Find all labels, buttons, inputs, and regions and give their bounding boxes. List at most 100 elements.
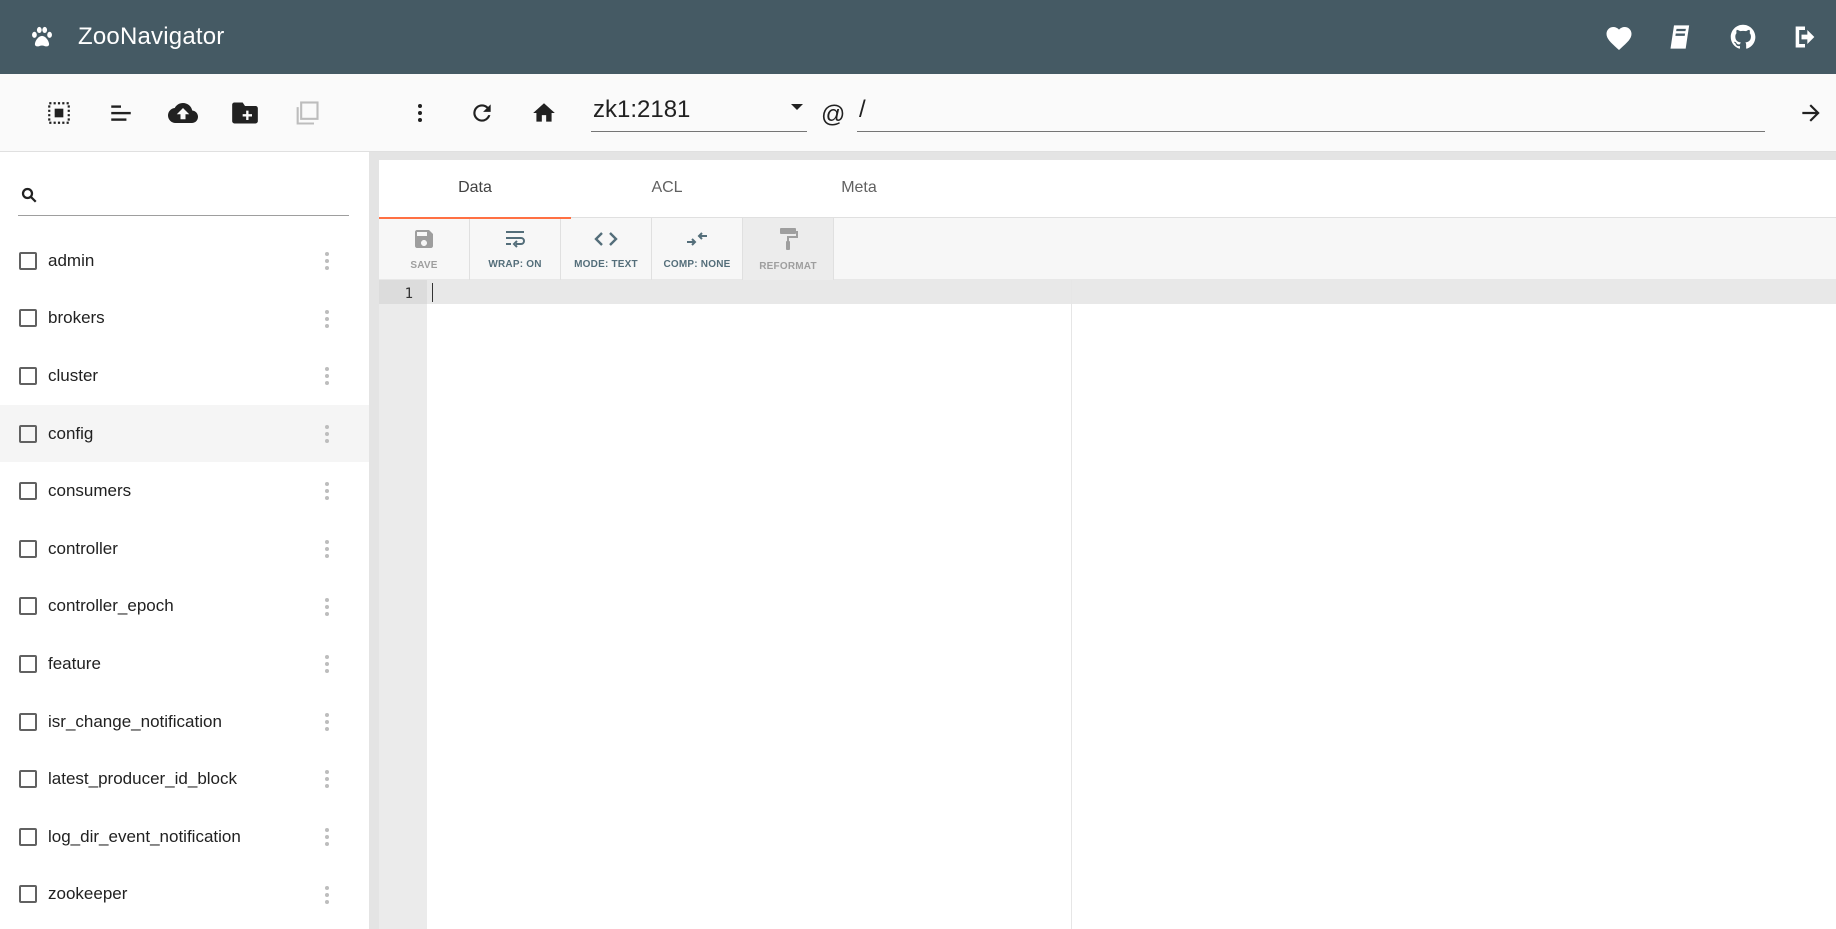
more-vert-icon[interactable]: [321, 880, 333, 910]
active-line-highlight: [379, 280, 1836, 304]
arrow-forward-icon[interactable]: [1780, 82, 1836, 144]
more-vert-icon[interactable]: [321, 764, 333, 794]
search-field: [18, 176, 349, 216]
tree-node[interactable]: controller: [0, 520, 369, 578]
node-name[interactable]: log_dir_event_notification: [48, 827, 241, 847]
node-checkbox[interactable]: [19, 539, 37, 558]
node-name[interactable]: consumers: [48, 481, 131, 501]
code-editor[interactable]: 1: [379, 280, 1836, 929]
tree-node[interactable]: consumers: [0, 462, 369, 520]
node-checkbox[interactable]: [19, 309, 37, 328]
node-checkbox[interactable]: [19, 424, 37, 443]
node-name[interactable]: controller: [48, 539, 118, 559]
more-vert-icon[interactable]: [389, 82, 451, 144]
node-name[interactable]: controller_epoch: [48, 596, 174, 616]
more-vert-icon[interactable]: [321, 476, 333, 506]
print-margin: [1071, 280, 1072, 929]
upload-icon[interactable]: [152, 82, 214, 144]
more-vert-icon[interactable]: [321, 707, 333, 737]
wrap-label: WRAP: ON: [488, 259, 542, 270]
node-checkbox[interactable]: [19, 770, 37, 789]
node-name[interactable]: brokers: [48, 308, 105, 328]
node-name[interactable]: zookeeper: [48, 884, 127, 904]
node-checkbox[interactable]: [19, 885, 37, 904]
more-vert-icon[interactable]: [321, 592, 333, 622]
tree-node[interactable]: isr_change_notification: [0, 693, 369, 751]
more-vert-icon[interactable]: [321, 534, 333, 564]
more-vert-icon[interactable]: [321, 822, 333, 852]
home-icon[interactable]: [513, 82, 575, 144]
save-button[interactable]: SAVE: [379, 218, 470, 280]
tree-node[interactable]: controller_epoch: [0, 578, 369, 636]
tree-node[interactable]: log_dir_event_notification: [0, 808, 369, 866]
path-input[interactable]: /: [857, 88, 1765, 132]
wrap-button[interactable]: WRAP: ON: [470, 218, 561, 280]
node-card: Data ACL Meta SAVE WRAP: ON MODE: TEXT C…: [379, 160, 1836, 929]
more-vert-icon[interactable]: [321, 649, 333, 679]
mode-button[interactable]: MODE: TEXT: [561, 218, 652, 280]
create-folder-icon[interactable]: [214, 82, 276, 144]
tree-node[interactable]: zookeeper: [0, 866, 369, 924]
duplicate-icon[interactable]: [276, 82, 338, 144]
node-checkbox[interactable]: [19, 654, 37, 673]
save-label: SAVE: [410, 260, 438, 271]
connection-select[interactable]: zk1:2181: [591, 88, 807, 132]
heart-icon[interactable]: [1588, 0, 1650, 74]
reformat-label: REFORMAT: [759, 261, 817, 272]
tree-node[interactable]: cluster: [0, 347, 369, 405]
code-icon: [593, 228, 619, 255]
save-icon: [412, 227, 436, 256]
tab-meta[interactable]: Meta: [763, 160, 955, 218]
more-vert-icon[interactable]: [321, 419, 333, 449]
tab-bar: Data ACL Meta: [379, 160, 1836, 219]
app-bar: ZooNavigator: [0, 0, 1836, 74]
path-bar: zk1:2181 @ /: [369, 74, 1836, 152]
node-name[interactable]: feature: [48, 654, 101, 674]
connection-value: zk1:2181: [593, 96, 691, 123]
node-checkbox[interactable]: [19, 366, 37, 385]
node-checkbox[interactable]: [19, 827, 37, 846]
tab-acl[interactable]: ACL: [571, 160, 763, 218]
more-vert-icon[interactable]: [321, 361, 333, 391]
line-numbers: 1: [379, 280, 427, 929]
path-value: /: [859, 96, 866, 123]
dropdown-caret-icon: [791, 104, 803, 110]
search-input[interactable]: [48, 180, 348, 210]
node-checkbox[interactable]: [19, 712, 37, 731]
more-vert-icon[interactable]: [321, 246, 333, 276]
paw-icon: [28, 23, 56, 51]
node-checkbox[interactable]: [19, 251, 37, 270]
select-all-icon[interactable]: [28, 82, 90, 144]
logout-icon[interactable]: [1774, 0, 1836, 74]
node-name[interactable]: latest_producer_id_block: [48, 769, 237, 789]
right-panel: zk1:2181 @ / Data ACL Meta SAVE WRAP: ON…: [369, 74, 1836, 929]
node-name[interactable]: cluster: [48, 366, 98, 386]
reformat-button[interactable]: REFORMAT: [743, 218, 834, 280]
node-checkbox[interactable]: [19, 482, 37, 501]
node-name[interactable]: config: [48, 424, 93, 444]
github-icon[interactable]: [1712, 0, 1774, 74]
tree-toolbar: [0, 74, 369, 152]
compression-button[interactable]: COMP: NONE: [652, 218, 743, 280]
tree-node[interactable]: feature: [0, 635, 369, 693]
tree-node[interactable]: latest_producer_id_block: [0, 750, 369, 808]
paint-roller-icon: [776, 226, 800, 257]
node-name[interactable]: admin: [48, 251, 94, 271]
refresh-icon[interactable]: [451, 82, 513, 144]
compress-icon: [684, 228, 710, 255]
tree-node[interactable]: admin: [0, 232, 369, 290]
tree-node[interactable]: brokers: [0, 290, 369, 348]
node-checkbox[interactable]: [19, 597, 37, 616]
book-icon[interactable]: [1650, 0, 1712, 74]
node-name[interactable]: isr_change_notification: [48, 712, 222, 732]
app-title: ZooNavigator: [78, 23, 225, 50]
tree-node[interactable]: config: [0, 404, 369, 463]
search-icon: [20, 186, 38, 209]
compression-label: COMP: NONE: [663, 259, 731, 270]
text-cursor: [432, 283, 433, 302]
more-vert-icon[interactable]: [321, 304, 333, 334]
tab-data[interactable]: Data: [379, 160, 571, 219]
sort-icon[interactable]: [90, 82, 152, 144]
editor-toolbar: SAVE WRAP: ON MODE: TEXT COMP: NONE REFO…: [379, 218, 1836, 280]
node-tree: admin brokers cluster config consumers contro…: [0, 232, 369, 923]
